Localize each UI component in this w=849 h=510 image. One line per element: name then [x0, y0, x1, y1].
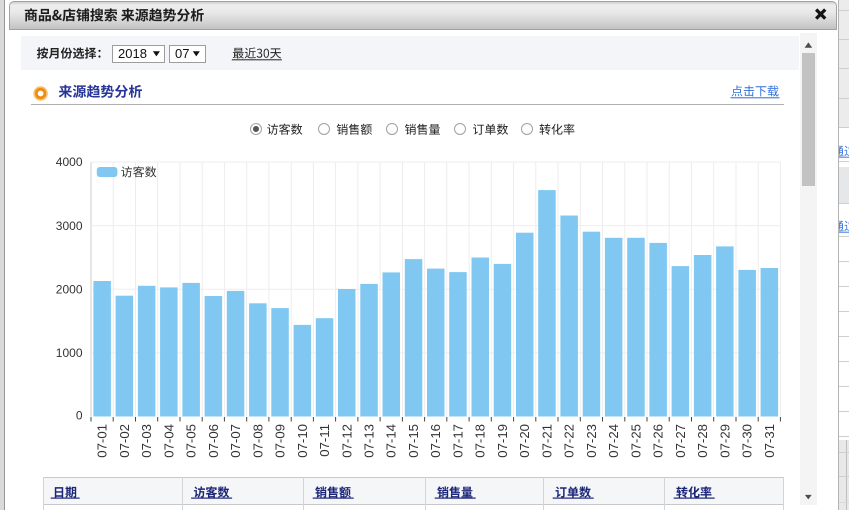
svg-text:07-23: 07-23: [584, 424, 599, 458]
svg-text:07-19: 07-19: [495, 424, 510, 458]
svg-text:07-17: 07-17: [451, 424, 466, 458]
svg-text:07-31: 07-31: [762, 424, 777, 458]
svg-text:07-03: 07-03: [139, 424, 154, 458]
svg-text:07-09: 07-09: [273, 424, 288, 458]
svg-text:07-30: 07-30: [740, 424, 755, 458]
svg-text:07-22: 07-22: [562, 424, 577, 458]
svg-text:07-02: 07-02: [117, 424, 132, 458]
svg-text:07-13: 07-13: [362, 424, 377, 458]
svg-text:07-18: 07-18: [473, 424, 488, 458]
svg-text:07-10: 07-10: [295, 424, 310, 458]
svg-text:07-20: 07-20: [517, 424, 532, 458]
svg-text:2000: 2000: [56, 283, 83, 297]
svg-text:07-16: 07-16: [428, 424, 443, 458]
svg-text:1000: 1000: [56, 346, 83, 360]
svg-text:07-28: 07-28: [695, 424, 710, 458]
svg-text:07-11: 07-11: [317, 424, 332, 457]
svg-text:07-05: 07-05: [184, 424, 199, 458]
svg-text:07-27: 07-27: [673, 424, 688, 458]
svg-text:07-24: 07-24: [606, 424, 621, 458]
svg-text:07-26: 07-26: [651, 424, 666, 458]
svg-text:07-07: 07-07: [228, 424, 243, 458]
svg-text:07-08: 07-08: [250, 424, 265, 458]
svg-text:07-29: 07-29: [717, 424, 732, 458]
svg-text:07-12: 07-12: [339, 424, 354, 458]
svg-text:07-04: 07-04: [161, 424, 176, 458]
svg-text:07-01: 07-01: [95, 424, 110, 458]
svg-text:07-14: 07-14: [384, 424, 399, 458]
svg-text:0: 0: [76, 408, 83, 422]
svg-text:07-25: 07-25: [628, 424, 643, 458]
svg-text:4000: 4000: [56, 155, 83, 169]
svg-text:07-21: 07-21: [539, 424, 554, 458]
svg-text:07-06: 07-06: [206, 424, 221, 458]
svg-text:07-15: 07-15: [406, 424, 421, 458]
svg-text:3000: 3000: [56, 219, 83, 233]
